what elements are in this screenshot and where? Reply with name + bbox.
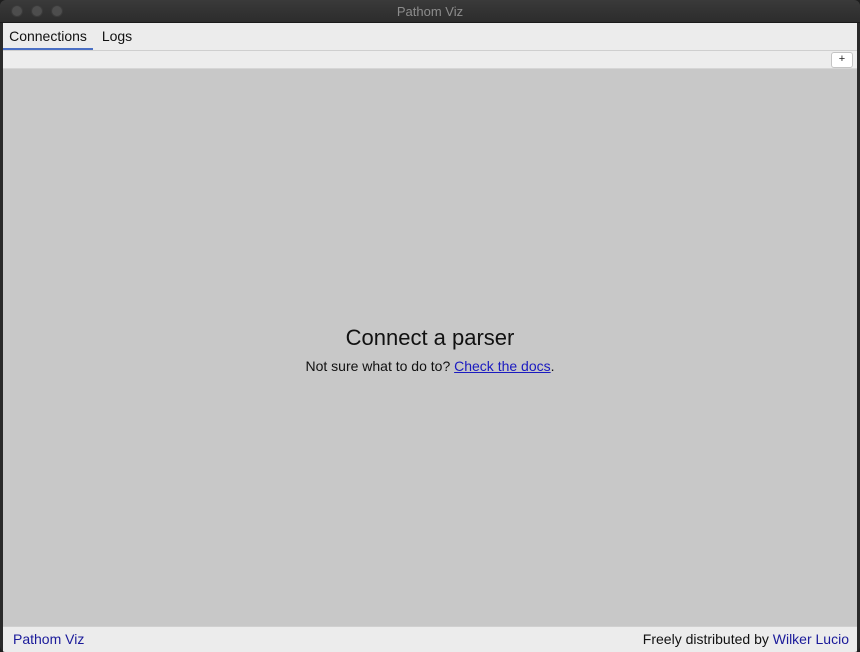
empty-state-message: Not sure what to do to? Check the docs. (3, 357, 857, 375)
connections-toolbar: + (3, 51, 857, 69)
footer-credit-text: Freely distributed by (642, 631, 773, 647)
footer-app-link[interactable]: Pathom Viz (13, 627, 84, 652)
docs-link[interactable]: Check the docs (454, 358, 551, 374)
add-connection-button[interactable]: + (831, 52, 853, 68)
tab-connections[interactable]: Connections (3, 23, 93, 50)
footer-author-link[interactable]: Wilker Lucio (773, 631, 849, 647)
tab-logs[interactable]: Logs (95, 23, 139, 50)
empty-state-prompt-end: . (550, 358, 555, 374)
footer-credit: Freely distributed by Wilker Lucio (643, 627, 849, 652)
app-content: Connections Logs + Connect a parser Not … (3, 23, 857, 652)
app-window: Pathom Viz Connections Logs + Connect a … (0, 0, 860, 652)
window-title: Pathom Viz (396, 4, 464, 19)
tab-bar: Connections Logs (3, 23, 857, 51)
connections-panel: Connect a parser Not sure what to do to?… (3, 69, 857, 626)
footer: Pathom Viz Freely distributed by Wilker … (3, 626, 857, 652)
title-bar[interactable]: Pathom Viz (0, 0, 860, 23)
empty-state-prompt: Not sure what to do to? (305, 358, 455, 374)
empty-state: Connect a parser Not sure what to do to?… (3, 325, 857, 375)
empty-state-heading: Connect a parser (345, 325, 515, 350)
